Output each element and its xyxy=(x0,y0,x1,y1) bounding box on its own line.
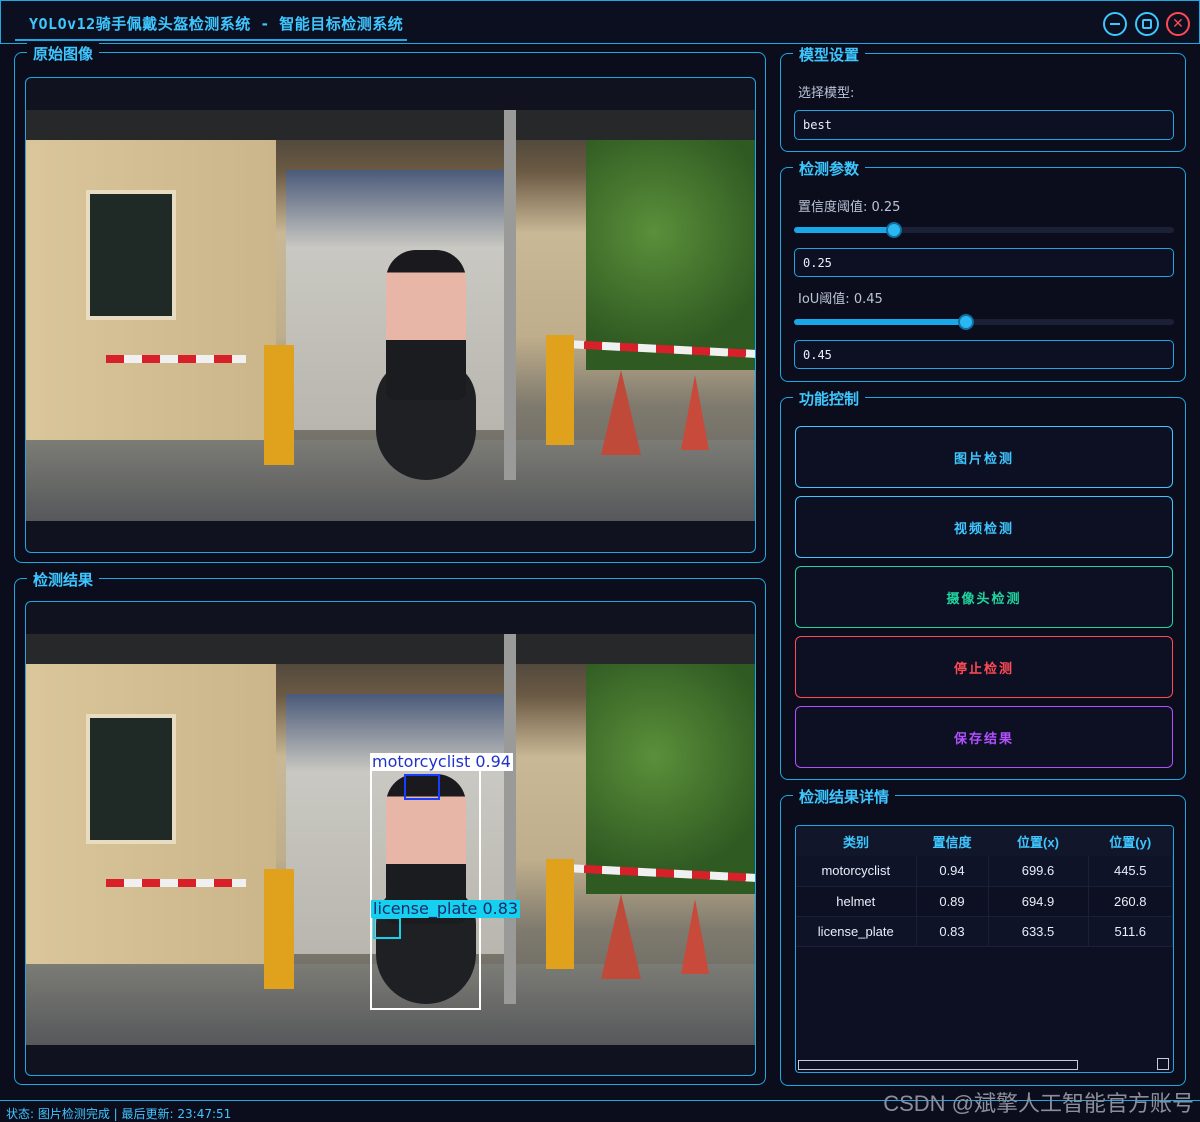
column-header-y[interactable]: 位置(y) xyxy=(1088,826,1173,856)
results-table: 类别 置信度 位置(x) 位置(y) motorcyclist 0.94 699… xyxy=(796,826,1173,947)
camera-detect-button[interactable]: 摄像头检测 xyxy=(795,566,1173,628)
cell-y: 445.5 xyxy=(1088,856,1173,887)
stop-detect-button[interactable]: 停止检测 xyxy=(795,636,1173,698)
iou-slider-handle[interactable] xyxy=(958,314,974,330)
column-header-x[interactable]: 位置(x) xyxy=(988,826,1088,856)
original-image xyxy=(26,110,755,521)
results-table-frame: 类别 置信度 位置(x) 位置(y) motorcyclist 0.94 699… xyxy=(795,825,1174,1073)
function-controls-panel: 功能控制 图片检测 视频检测 摄像头检测 停止检测 保存结果 xyxy=(780,388,1186,780)
model-select[interactable]: best xyxy=(794,110,1174,140)
license-plate-label: license_plate 0.83 xyxy=(371,899,521,918)
detection-details-panel: 检测结果详情 类别 置信度 位置(x) 位置(y) motorcyclist 0… xyxy=(780,786,1186,1086)
cell-confidence: 0.83 xyxy=(916,916,989,947)
result-image: motorcyclist 0.94 license_plate 0.83 xyxy=(26,634,755,1045)
model-settings-title: 模型设置 xyxy=(793,44,866,65)
license-plate-box xyxy=(373,917,401,939)
function-controls-title: 功能控制 xyxy=(793,388,866,409)
video-detect-button[interactable]: 视频检测 xyxy=(795,496,1173,558)
cell-x: 694.9 xyxy=(988,886,1089,917)
horizontal-scrollbar[interactable] xyxy=(798,1060,1078,1070)
cell-x: 633.5 xyxy=(988,916,1089,947)
select-model-label: 选择模型: xyxy=(798,86,855,101)
table-header-row: 类别 置信度 位置(x) 位置(y) xyxy=(796,826,1173,856)
save-result-button[interactable]: 保存结果 xyxy=(795,706,1173,768)
iou-threshold-label: IoU阈值: 0.45 xyxy=(798,292,883,307)
maximize-icon xyxy=(1142,19,1152,29)
cell-x: 699.6 xyxy=(988,856,1089,887)
scrollbar-corner xyxy=(1157,1058,1169,1070)
column-header-class[interactable]: 类别 xyxy=(796,826,916,856)
original-image-frame xyxy=(25,77,756,553)
model-settings-panel: 模型设置 选择模型: best xyxy=(780,44,1186,152)
detection-details-title: 检测结果详情 xyxy=(793,786,896,807)
minimize-button[interactable] xyxy=(1103,12,1127,36)
helmet-box xyxy=(404,774,440,800)
original-image-panel: 原始图像 xyxy=(14,43,766,563)
table-row[interactable]: helmet 0.89 694.9 260.8 xyxy=(796,886,1173,917)
close-icon: ✕ xyxy=(1172,16,1184,32)
confidence-slider-fill xyxy=(794,227,894,233)
cell-confidence: 0.94 xyxy=(916,856,989,887)
motorcyclist-label: motorcyclist 0.94 xyxy=(370,752,513,771)
confidence-slider[interactable] xyxy=(794,222,1174,238)
cell-y: 260.8 xyxy=(1088,886,1173,917)
title-bar: YOLOv12骑手佩戴头盔检测系统 - 智能目标检测系统 ✕ xyxy=(0,0,1200,44)
minimize-icon xyxy=(1110,23,1120,25)
motorcyclist-box xyxy=(370,769,481,1010)
detection-params-title: 检测参数 xyxy=(793,158,866,179)
cell-confidence: 0.89 xyxy=(916,886,989,917)
image-detect-button[interactable]: 图片检测 xyxy=(795,426,1173,488)
confidence-input[interactable]: 0.25 xyxy=(794,248,1174,277)
detection-result-panel: 检测结果 motorcyclist 0.94 license_plate 0.8… xyxy=(14,569,766,1085)
detection-params-panel: 检测参数 置信度阈值: 0.25 0.25 IoU阈值: 0.45 0.45 xyxy=(780,158,1186,382)
table-row[interactable]: motorcyclist 0.94 699.6 445.5 xyxy=(796,856,1173,887)
table-row[interactable]: license_plate 0.83 633.5 511.6 xyxy=(796,916,1173,947)
status-text: 状态: 图片检测完成 | 最后更新: 23:47:51 xyxy=(6,1107,232,1121)
close-button[interactable]: ✕ xyxy=(1166,12,1190,36)
cell-y: 511.6 xyxy=(1088,916,1173,947)
result-image-frame: motorcyclist 0.94 license_plate 0.83 xyxy=(25,601,756,1076)
confidence-threshold-label: 置信度阈值: 0.25 xyxy=(798,200,901,215)
watermark: CSDN @斌擎人工智能官方账号 xyxy=(883,1091,1194,1116)
confidence-slider-handle[interactable] xyxy=(886,222,902,238)
original-image-title: 原始图像 xyxy=(27,43,100,64)
cell-class: license_plate xyxy=(796,916,917,947)
iou-slider[interactable] xyxy=(794,314,1174,330)
cell-class: helmet xyxy=(796,886,917,917)
iou-slider-fill xyxy=(794,319,966,325)
cell-class: motorcyclist xyxy=(796,856,917,887)
window-title: YOLOv12骑手佩戴头盔检测系统 - 智能目标检测系统 xyxy=(29,15,404,33)
iou-input[interactable]: 0.45 xyxy=(794,340,1174,369)
maximize-button[interactable] xyxy=(1135,12,1159,36)
title-underline xyxy=(15,39,407,41)
column-header-confidence[interactable]: 置信度 xyxy=(916,826,988,856)
detection-result-title: 检测结果 xyxy=(27,569,100,590)
